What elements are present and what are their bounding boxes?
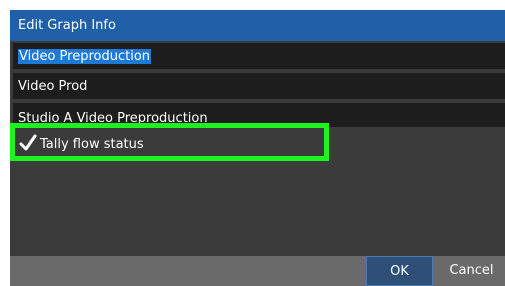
graph-short-name-field[interactable]: Video Prod — [13, 73, 505, 99]
cancel-button[interactable]: Cancel — [438, 256, 505, 286]
dialog-title-bar: Edit Graph Info — [10, 10, 505, 41]
tally-flow-status-checkbox[interactable]: Tally flow status — [10, 123, 329, 161]
tally-flow-status-label: Tally flow status — [40, 137, 144, 152]
dialog-footer: OK Cancel — [10, 256, 505, 286]
graph-name-field[interactable]: Video Preproduction — [13, 43, 505, 69]
ok-button[interactable]: OK — [366, 256, 433, 286]
dialog-title: Edit Graph Info — [18, 18, 116, 33]
checkmark-icon — [19, 134, 37, 151]
graph-short-name-value: Video Prod — [18, 79, 88, 94]
edit-graph-info-dialog: Edit Graph Info Video Preproduction Vide… — [10, 10, 505, 286]
graph-name-value: Video Preproduction — [18, 49, 152, 64]
